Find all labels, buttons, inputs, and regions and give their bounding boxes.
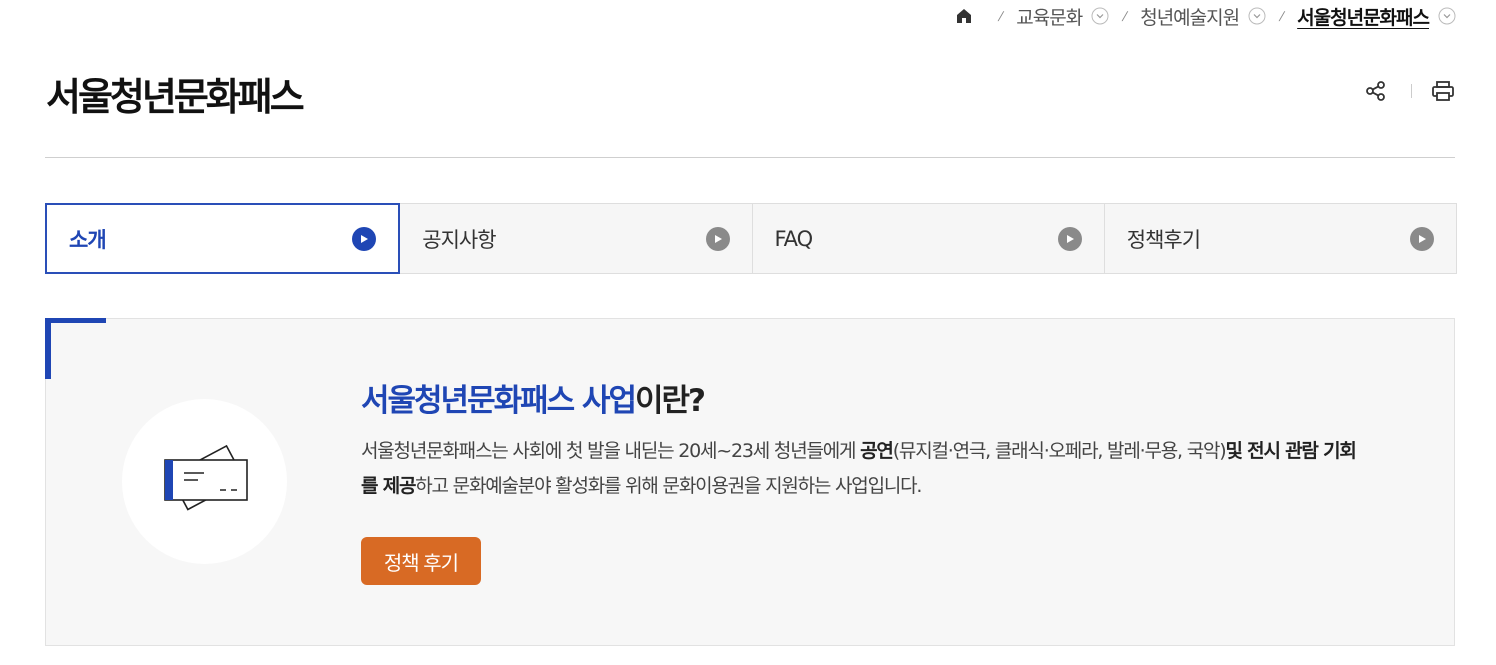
intro-heading-rest: 이란? — [635, 383, 706, 419]
tab-faq[interactable]: FAQ — [752, 203, 1105, 274]
breadcrumb-separator: / — [1278, 9, 1286, 23]
chevron-down-icon[interactable] — [1248, 7, 1266, 25]
intro-section: 서울청년문화패스 사업이란? 서울청년문화패스는 사회에 첫 발을 내딛는 20… — [45, 318, 1455, 646]
breadcrumb-item-education-culture[interactable]: 교육문화 — [1016, 3, 1109, 30]
breadcrumb: / 교육문화 / 청년예술지원 / 서울청년문화패스 — [955, 3, 1456, 30]
play-circle-icon — [705, 226, 730, 251]
intro-heading-accent: 서울청년문화패스 사업 — [361, 383, 637, 419]
intro-description: 서울청년문화패스는 사회에 첫 발을 내딛는 20세~23세 청년들에게 공연(… — [361, 434, 1361, 504]
breadcrumb-separator: / — [997, 9, 1005, 23]
intro-desc-text: (뮤지컬·연극, 클래식·오페라, 발레·무용, 국악) — [892, 440, 1227, 462]
title-divider — [45, 157, 1455, 158]
ticket-icon — [160, 440, 250, 524]
intro-heading: 서울청년문화패스 사업이란? — [361, 375, 706, 420]
breadcrumb-separator: / — [1121, 9, 1129, 23]
ticket-icon-container — [122, 399, 287, 564]
tab-policy-review[interactable]: 정책후기 — [1104, 203, 1457, 274]
page-tools — [1363, 78, 1456, 104]
corner-accent — [45, 318, 106, 323]
breadcrumb-item-current[interactable]: 서울청년문화패스 — [1297, 3, 1456, 30]
breadcrumb-item-youth-art[interactable]: 청년예술지원 — [1140, 3, 1266, 30]
chevron-down-icon[interactable] — [1438, 7, 1456, 25]
play-circle-icon — [1057, 226, 1082, 251]
tab-intro[interactable]: 소개 — [45, 203, 401, 274]
page-title: 서울청년문화패스 — [46, 75, 305, 119]
intro-desc-text: 하고 문화예술분야 활성화를 위해 문화이용권을 지원하는 사업입니다. — [415, 475, 922, 497]
corner-accent — [45, 318, 51, 379]
intro-desc-bold: 공연 — [860, 440, 894, 462]
print-icon[interactable] — [1430, 78, 1456, 104]
chevron-down-icon[interactable] — [1091, 7, 1109, 25]
share-icon[interactable] — [1363, 78, 1389, 104]
tab-bar: 소개 공지사항 FAQ 정책후기 — [45, 203, 1457, 274]
play-circle-icon — [1410, 226, 1434, 251]
play-circle-icon — [352, 226, 377, 251]
home-icon[interactable] — [955, 7, 973, 25]
policy-review-button[interactable]: 정책 후기 — [361, 537, 481, 585]
tab-notice[interactable]: 공지사항 — [400, 203, 753, 274]
tools-divider — [1411, 84, 1412, 98]
intro-desc-text: 서울청년문화패스는 사회에 첫 발을 내딛는 20세~23세 청년들에게 — [361, 440, 861, 462]
